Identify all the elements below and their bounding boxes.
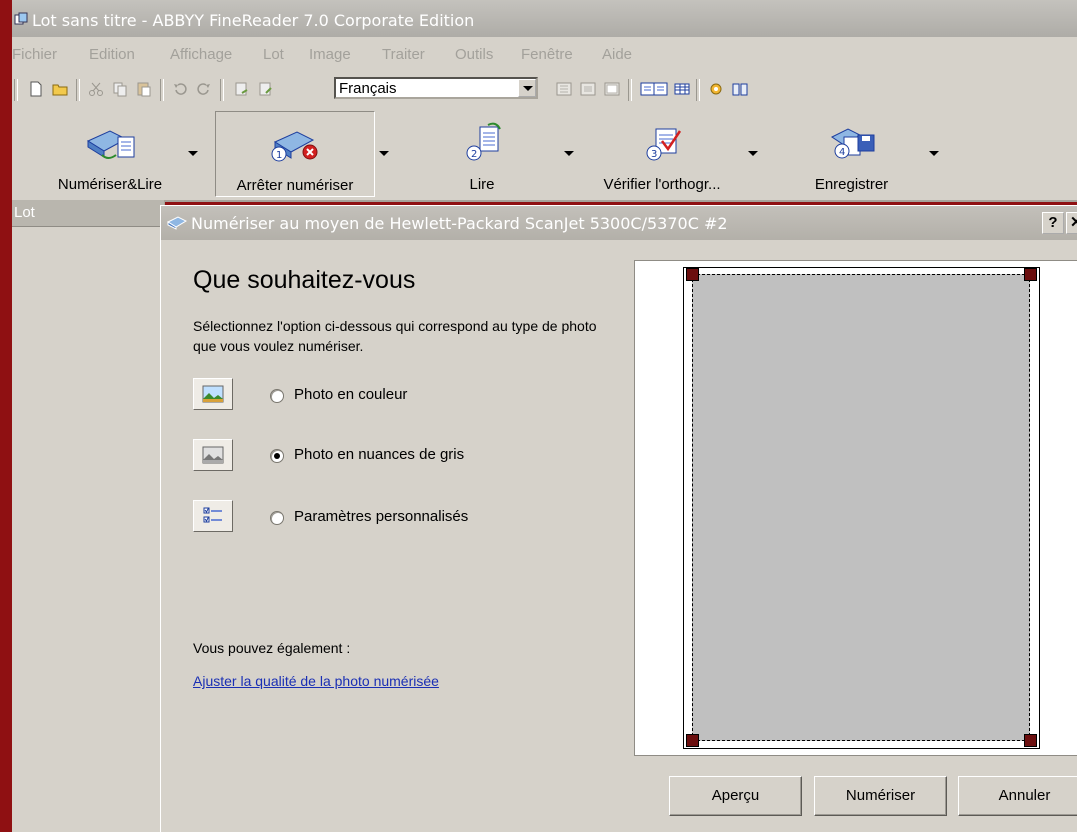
scan-and-read-label: Numériser&Lire: [57, 176, 163, 193]
dialog-instructions: Sélectionnez l'option ci-dessous qui cor…: [193, 318, 597, 354]
radio-grayscale-photo[interactable]: [270, 449, 284, 463]
options-icon[interactable]: [708, 81, 724, 97]
selection-handle-bottom-right[interactable]: [1024, 734, 1037, 747]
spell-check-icon: 3: [646, 128, 682, 161]
also-label: Vous pouvez également :: [193, 640, 351, 656]
page-next-icon[interactable]: [258, 81, 274, 97]
save-icon: 4: [830, 128, 874, 159]
new-icon[interactable]: [28, 81, 44, 97]
redo-icon[interactable]: [196, 81, 212, 97]
scan-selection-area[interactable]: [692, 274, 1030, 741]
menu-bar: Fichier Edition Affichage Lot Image Trai…: [12, 37, 1077, 71]
cancel-button[interactable]: Annuler: [958, 776, 1077, 816]
read-document-icon: 2: [466, 122, 501, 161]
help-button[interactable]: ?: [1042, 212, 1064, 234]
stop-scan-icon: 1: [271, 131, 318, 162]
stop-scan-label: Arrêter numériser: [236, 177, 354, 194]
dialog-heading: Que souhaitez-vous: [193, 266, 416, 294]
cut-icon[interactable]: [88, 81, 104, 97]
paste-icon[interactable]: [136, 81, 152, 97]
view-icon[interactable]: [556, 81, 572, 97]
stop-scan-button[interactable]: 1 Arrêter numériser: [215, 111, 375, 197]
toolbar-separator: [628, 79, 632, 101]
menu-edition[interactable]: Edition: [89, 46, 135, 63]
lot-pane: Lot: [12, 200, 165, 832]
title-bar[interactable]: Lot sans titre - ABBYY FineReader 7.0 Co…: [12, 0, 1077, 37]
menu-image[interactable]: Image: [309, 46, 351, 63]
scan-and-read-button[interactable]: Numériser&Lire: [28, 111, 192, 197]
standard-toolbar: Français: [12, 71, 1077, 110]
lot-pane-header: Lot: [12, 200, 164, 227]
dialog-title-bar[interactable]: Numériser au moyen de Hewlett-Packard Sc…: [161, 206, 1077, 240]
toolbar-separator: [220, 79, 224, 101]
menu-traiter[interactable]: Traiter: [382, 46, 425, 63]
read-button[interactable]: 2 Lire: [402, 111, 562, 197]
undo-icon[interactable]: [172, 81, 188, 97]
open-icon[interactable]: [52, 81, 68, 97]
chevron-down-icon[interactable]: [379, 151, 389, 156]
split-view-icon[interactable]: [640, 81, 668, 97]
custom-settings-icon: [193, 500, 233, 532]
layout-icon[interactable]: [604, 81, 620, 97]
svg-text:1: 1: [276, 150, 282, 161]
scan-preview-panel: [634, 260, 1077, 756]
close-button[interactable]: ✕: [1066, 212, 1077, 234]
read-label: Lire: [469, 176, 495, 193]
scan-read-toolbar: Numériser&Lire 1 Arrêter numériser 2 Lir…: [12, 109, 1077, 202]
window-title: Lot sans titre - ABBYY FineReader 7.0 Co…: [32, 11, 475, 30]
save-button[interactable]: 4 Enregistrer: [774, 111, 929, 197]
save-label: Enregistrer: [814, 176, 889, 193]
adjust-quality-link[interactable]: Ajuster la qualité de la photo numérisée: [193, 673, 439, 689]
chevron-down-icon[interactable]: [929, 151, 939, 156]
svg-text:4: 4: [839, 147, 845, 158]
copy-icon[interactable]: [112, 81, 128, 97]
scanner-document-icon: [86, 130, 135, 159]
chevron-down-icon[interactable]: [748, 151, 758, 156]
dialog-title: Numériser au moyen de Hewlett-Packard Sc…: [191, 214, 728, 233]
menu-outils[interactable]: Outils: [455, 46, 493, 63]
custom-settings-label[interactable]: Paramètres personnalisés: [294, 508, 468, 525]
spell-check-button[interactable]: 3 Vérifier l'orthogr...: [582, 111, 742, 197]
zoom-icon[interactable]: [580, 81, 596, 97]
language-select[interactable]: Français: [334, 77, 538, 99]
color-photo-icon: [193, 378, 233, 410]
help-book-icon[interactable]: [732, 81, 748, 97]
selection-handle-bottom-left[interactable]: [686, 734, 699, 747]
grayscale-photo-icon: [193, 439, 233, 471]
menu-fenetre[interactable]: Fenêtre: [521, 46, 573, 63]
selection-handle-top-left[interactable]: [686, 268, 699, 281]
svg-text:2: 2: [471, 149, 477, 160]
toolbar-separator: [76, 79, 80, 101]
radio-color-photo[interactable]: [270, 389, 284, 403]
menu-fichier[interactable]: Fichier: [12, 46, 57, 63]
spell-check-label: Vérifier l'orthogr...: [603, 176, 721, 193]
table-icon[interactable]: [674, 81, 690, 97]
lot-pane-title: Lot: [14, 204, 35, 221]
language-value: Français: [339, 80, 397, 97]
grayscale-photo-label[interactable]: Photo en nuances de gris: [294, 446, 464, 463]
scan-dialog: Numériser au moyen de Hewlett-Packard Sc…: [160, 205, 1077, 832]
page-prev-icon[interactable]: [234, 81, 250, 97]
menu-aide[interactable]: Aide: [602, 46, 632, 63]
menu-affichage[interactable]: Affichage: [170, 46, 232, 63]
color-photo-label[interactable]: Photo en couleur: [294, 386, 407, 403]
app-window: Lot sans titre - ABBYY FineReader 7.0 Co…: [12, 0, 1077, 832]
preview-button[interactable]: Aperçu: [669, 776, 802, 816]
toolbar-separator: [160, 79, 164, 101]
chevron-down-icon[interactable]: [188, 151, 198, 156]
radio-custom-settings[interactable]: [270, 511, 284, 525]
toolbar-grip: [14, 79, 18, 101]
menu-lot[interactable]: Lot: [263, 46, 284, 63]
scanner-icon: [167, 216, 187, 230]
scan-button[interactable]: Numériser: [814, 776, 947, 816]
svg-text:3: 3: [651, 149, 657, 160]
chevron-down-icon[interactable]: [564, 151, 574, 156]
chevron-down-icon[interactable]: [518, 79, 536, 97]
selection-handle-top-right[interactable]: [1024, 268, 1037, 281]
finereader-batch-icon: [14, 12, 28, 25]
toolbar-separator: [696, 79, 700, 101]
